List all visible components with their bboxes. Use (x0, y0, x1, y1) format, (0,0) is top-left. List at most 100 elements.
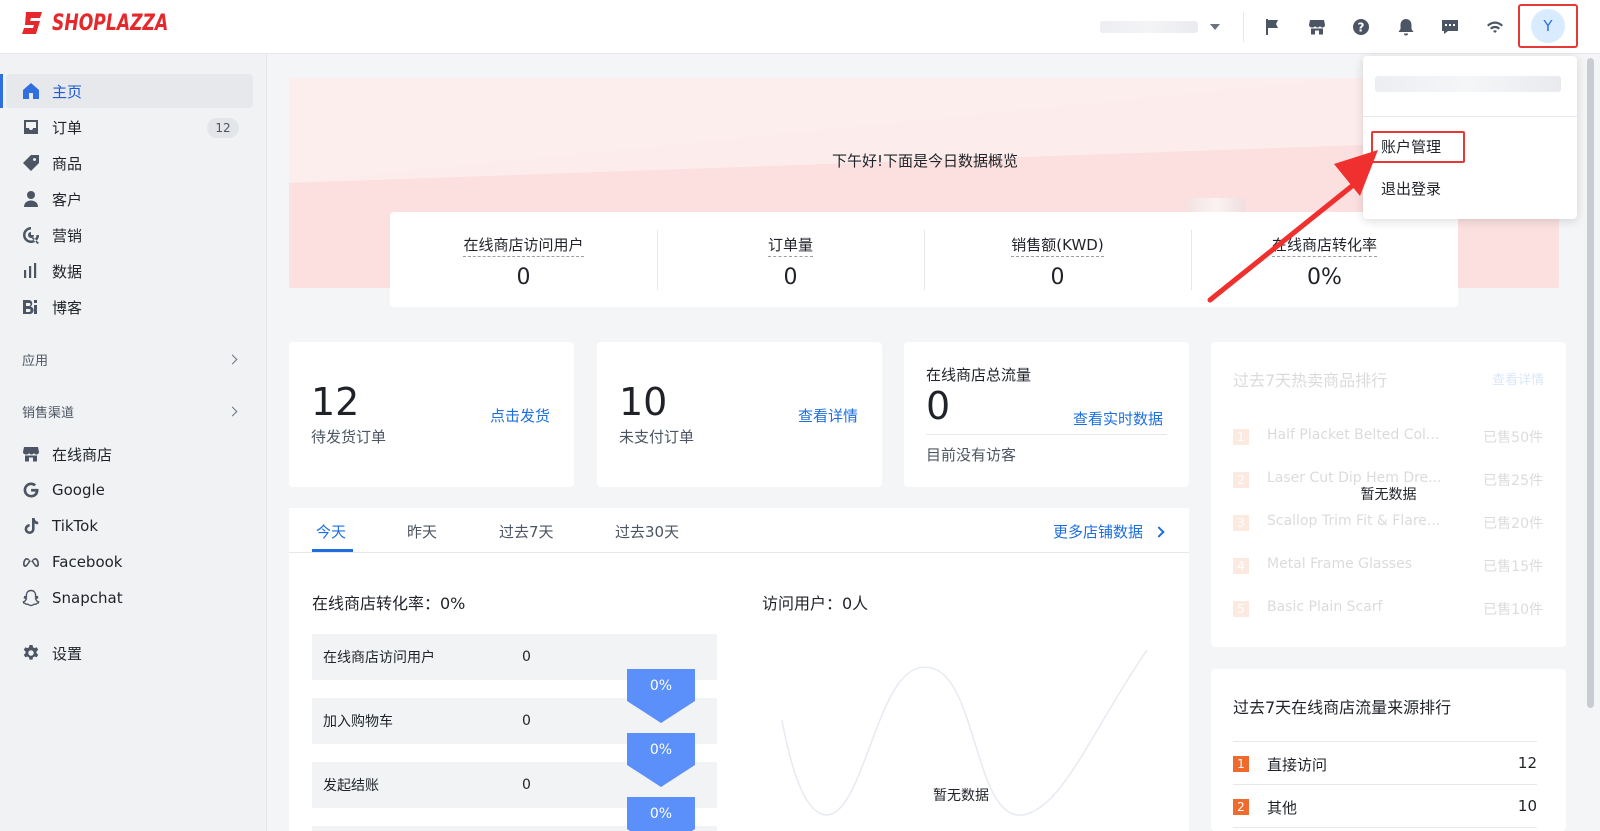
chevron-right-icon (227, 354, 238, 365)
unpaid-orders-label: 未支付订单 (619, 428, 695, 446)
product-name: Scallop Trim Fit & Flare... (1267, 513, 1441, 529)
apps-section-header[interactable]: 应用 (22, 350, 242, 369)
stat-value: 0 (1050, 265, 1065, 290)
tab-today[interactable]: 今天 (316, 521, 346, 542)
sidebar-item-snapchat[interactable]: Snapchat (0, 581, 253, 615)
visitors-no-data: 暂无数据 (933, 788, 989, 804)
product-sold: 已售50件 (1483, 430, 1543, 446)
brand-logo[interactable]: SHOPLAZZA (22, 10, 201, 36)
traffic-count: 0 (926, 384, 951, 428)
home-icon (22, 82, 40, 100)
store-selector[interactable] (1100, 16, 1228, 38)
pending-orders-count: 12 (311, 380, 360, 424)
product-name: Metal Frame Glasses (1267, 556, 1412, 572)
stat-label[interactable]: 在线商店访问用户 (463, 234, 584, 257)
funnel-step-arrow: 0% (627, 797, 695, 831)
stat-conversion: 在线商店转化率 0% (1191, 212, 1458, 307)
rank-number: 4 (1233, 558, 1249, 574)
account-management-highlight-box (1371, 131, 1465, 163)
message-icon[interactable] (1436, 13, 1464, 41)
sidebar-item-label: 设置 (52, 644, 83, 663)
sidebar-item-label: 数据 (52, 262, 83, 281)
more-store-data-link[interactable]: 更多店铺数据 (1053, 521, 1165, 542)
traffic-source-row: 1 直接访问 12 (1233, 741, 1537, 784)
pending-orders-card: 12 待发货订单 点击发货 (289, 342, 574, 487)
stat-orders: 订单量 0 (657, 212, 924, 307)
hot-products-details-link[interactable]: 查看详情 (1492, 369, 1544, 388)
conversion-rate-title: 在线商店转化率：0% (312, 594, 466, 613)
tab-last-7-days[interactable]: 过去7天 (499, 521, 554, 542)
sidebar-item-label: 客户 (52, 190, 83, 209)
sidebar-item-label: TikTok (52, 517, 99, 535)
sidebar-item-settings[interactable]: 设置 (0, 636, 253, 670)
sidebar-item-label: 商品 (52, 154, 83, 173)
no-visitors-note: 目前没有访客 (926, 446, 1017, 464)
stat-visitors: 在线商店访问用户 0 (390, 212, 657, 307)
wifi-icon[interactable] (1481, 13, 1509, 41)
sidebar-item-tiktok[interactable]: TikTok (0, 509, 253, 543)
funnel-step-rate: 0% (649, 806, 673, 822)
total-traffic-card: 在线商店总流量 0 查看实时数据 目前没有访客 (904, 342, 1189, 487)
meta-icon (22, 553, 40, 571)
bell-icon[interactable] (1392, 13, 1420, 41)
sidebar-item-facebook[interactable]: Facebook (0, 545, 253, 579)
product-sold: 已售15件 (1483, 559, 1543, 575)
traffic-source-row: 2 其他 10 (1233, 784, 1537, 827)
shoplazza-logo-icon (22, 12, 42, 34)
help-icon[interactable]: ? (1347, 13, 1375, 41)
tiktok-icon (22, 517, 40, 535)
sidebar-item-orders[interactable]: 订单 12 (0, 110, 253, 144)
marketing-icon (22, 226, 40, 244)
flag-icon[interactable] (1258, 13, 1286, 41)
product-name: Half Placket Belted Col... (1267, 427, 1440, 443)
traffic-source-divider (1233, 827, 1537, 828)
chevron-right-icon (227, 406, 238, 417)
channels-section-header[interactable]: 销售渠道 (22, 402, 242, 421)
inbox-icon (22, 118, 40, 136)
sidebar-item-blog[interactable]: 博客 (0, 290, 253, 324)
logout-item[interactable]: 退出登录 (1381, 178, 1441, 199)
sidebar-item-label: Facebook (52, 553, 123, 571)
ship-now-link[interactable]: 点击发货 (490, 405, 550, 426)
sidebar-item-online-store[interactable]: 在线商店 (0, 437, 253, 471)
tab-last-30-days[interactable]: 过去30天 (615, 521, 679, 542)
tab-yesterday[interactable]: 昨天 (407, 521, 437, 542)
sidebar-item-google[interactable]: Google (0, 473, 253, 507)
chevron-down-icon (1210, 24, 1220, 30)
section-label: 销售渠道 (22, 406, 75, 421)
stat-label[interactable]: 在线商店转化率 (1271, 234, 1377, 257)
hot-product-item: 4 Metal Frame Glasses 已售15件 (1233, 556, 1543, 576)
storefront-icon[interactable] (1303, 13, 1331, 41)
page-scrollbar-thumb[interactable] (1587, 58, 1594, 708)
funnel-step-arrow: 0% (627, 733, 695, 787)
gear-icon (22, 644, 40, 662)
stat-label[interactable]: 订单量 (767, 234, 813, 257)
rank-number: 1 (1233, 429, 1249, 445)
google-icon (22, 481, 40, 499)
sidebar-item-analytics[interactable]: 数据 (0, 254, 253, 288)
visitors-title: 访问用户：0人 (762, 594, 869, 613)
sidebar-item-home[interactable]: 主页 (0, 74, 253, 108)
realtime-data-link[interactable]: 查看实时数据 (1073, 408, 1163, 429)
rank-number: 2 (1233, 799, 1249, 815)
snapchat-icon (22, 589, 40, 607)
blog-icon (22, 298, 40, 316)
sidebar-item-customers[interactable]: 客户 (0, 182, 253, 216)
funnel-step-rate: 0% (649, 742, 673, 758)
store-name-redacted (1100, 21, 1198, 33)
funnel-label: 发起结账 (323, 778, 379, 794)
funnel-value: 0 (522, 713, 531, 729)
stat-value: 0 (516, 265, 531, 290)
user-avatar[interactable]: Y (1531, 9, 1565, 43)
sidebar-item-marketing[interactable]: 营销 (0, 218, 253, 252)
user-email-redacted (1375, 76, 1561, 92)
traffic-sources-title: 过去7天在线商店流量来源排行 (1233, 698, 1452, 717)
view-details-link[interactable]: 查看详情 (798, 405, 858, 426)
sidebar-item-products[interactable]: 商品 (0, 146, 253, 180)
card-divider (926, 434, 1167, 435)
funnel-step-arrow: 0% (627, 669, 695, 723)
stat-label[interactable]: 销售额(KWD) (1011, 234, 1104, 257)
source-name: 直接访问 (1267, 756, 1328, 774)
sidebar-item-label: 在线商店 (52, 445, 113, 464)
funnel-value: 0 (522, 777, 531, 793)
